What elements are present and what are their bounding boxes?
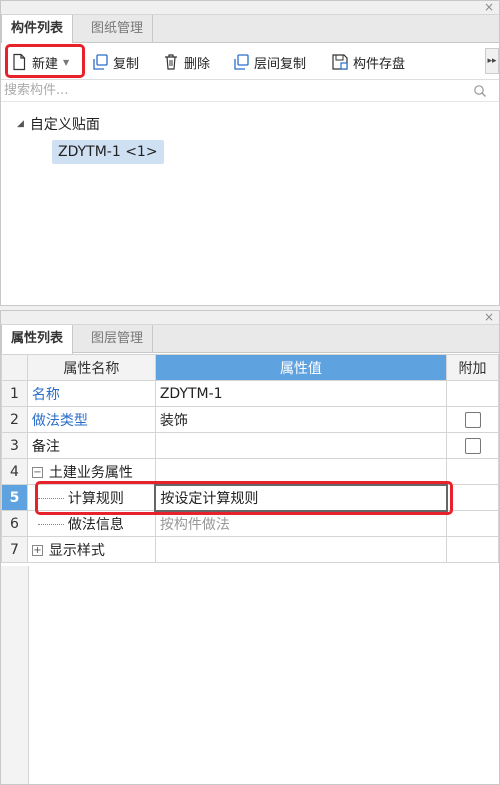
expand-icon[interactable]: +: [31, 545, 43, 556]
row-number: 7: [1, 536, 28, 563]
extra-cell: [446, 380, 499, 407]
tree-node-custom-facing[interactable]: ◢ 自定义贴面: [17, 114, 100, 134]
copy-button[interactable]: 复制: [91, 50, 139, 74]
floor-copy-button-label: 层间复制: [254, 56, 307, 72]
highlight-new-button: [5, 44, 85, 78]
extra-checkbox[interactable]: [464, 437, 481, 454]
property-name: 备注: [26, 432, 156, 459]
close-icon[interactable]: ×: [484, 310, 494, 324]
row-number: 2: [1, 406, 28, 433]
component-toolbar: 新建 ▼ 复制 删除 层间复制 构件存盘 ▸▸: [1, 43, 499, 80]
search-bar: [1, 80, 499, 102]
collapse-icon[interactable]: −: [31, 467, 43, 478]
tree-node-label: 自定义贴面: [29, 117, 100, 133]
extra-cell: [446, 510, 499, 537]
floor-copy-button[interactable]: 层间复制: [232, 50, 306, 74]
row-number: 5: [1, 484, 28, 511]
property-list-panel: × 属性列表 图层管理 属性名称 属性值 附加 1 名称 ZDYTM-1 2 做…: [0, 310, 500, 785]
table-row[interactable]: 1 名称 ZDYTM-1: [1, 380, 499, 407]
copy-icon: [93, 54, 108, 70]
property-group-name[interactable]: + 显示样式: [26, 536, 156, 563]
search-input[interactable]: [1, 80, 461, 101]
top-tabbar: 构件列表 图纸管理: [1, 15, 499, 44]
property-group-label: 显示样式: [48, 542, 105, 559]
component-list-panel: × 构件列表 图纸管理 新建 ▼ 复制 删除 层间复制 构件存盘 ▸▸ 搜索构件…: [0, 0, 500, 306]
column-header-extra[interactable]: 附加: [446, 354, 499, 381]
panel-title-strip: ×: [1, 0, 499, 15]
save-component-button-label: 构件存盘: [353, 56, 406, 72]
row-number: 1: [1, 380, 28, 407]
rownum-column-filler: [1, 566, 29, 784]
extra-cell: [446, 536, 499, 563]
table-row[interactable]: 3 备注: [1, 432, 499, 459]
search-icon[interactable]: [473, 84, 487, 98]
tree-item-zdytm-1[interactable]: ZDYTM-1 <1>: [52, 140, 164, 164]
extra-cell: [446, 458, 499, 485]
close-icon[interactable]: ×: [484, 0, 494, 14]
grid-empty-area: [1, 566, 499, 784]
rownum-header: [1, 354, 28, 381]
component-tree: ◢ 自定义贴面 ZDYTM-1 <1>: [1, 102, 499, 302]
property-group-label: 土建业务属性: [48, 464, 133, 481]
caret-down-icon[interactable]: ◢: [17, 119, 24, 129]
save-disk-icon: [332, 54, 348, 70]
tree-connector: [37, 524, 64, 525]
tab-component-list[interactable]: 构件列表: [1, 15, 74, 44]
trash-icon: [165, 54, 177, 70]
row-number: 6: [1, 510, 28, 537]
row-number: 4: [1, 458, 28, 485]
tab-property-list[interactable]: 属性列表: [1, 325, 74, 354]
table-row[interactable]: 7 + 显示样式: [1, 536, 499, 563]
bottom-tabbar: 属性列表 图层管理: [1, 325, 499, 354]
copy-button-label: 复制: [113, 56, 140, 72]
property-name: 名称: [26, 380, 156, 407]
column-header-value[interactable]: 属性值: [154, 354, 448, 381]
property-value[interactable]: ZDYTM-1: [154, 380, 448, 407]
highlight-calc-rule-row: [35, 481, 453, 515]
grid-header-row: 属性名称 属性值 附加: [1, 354, 499, 381]
property-name-label: 做法信息: [67, 516, 124, 533]
delete-button-label: 删除: [184, 56, 211, 72]
extra-cell: [446, 432, 499, 459]
delete-button[interactable]: 删除: [162, 50, 210, 74]
extra-cell: [446, 484, 499, 511]
toolbar-overflow-icon[interactable]: ▸▸: [485, 48, 499, 74]
save-component-button[interactable]: 构件存盘: [331, 50, 405, 74]
extra-cell: [446, 406, 499, 433]
property-grid: 属性名称 属性值 附加 1 名称 ZDYTM-1 2 做法类型 装饰 3 备注 …: [1, 354, 499, 563]
tab-drawing-management[interactable]: 图纸管理: [82, 15, 154, 43]
property-value: [154, 536, 448, 563]
tab-layer-management[interactable]: 图层管理: [82, 325, 154, 353]
row-number: 3: [1, 432, 28, 459]
floor-copy-icon: [234, 54, 249, 70]
table-row[interactable]: 2 做法类型 装饰: [1, 406, 499, 433]
property-name: 做法类型: [26, 406, 156, 433]
extra-checkbox[interactable]: [464, 411, 481, 428]
property-value[interactable]: 装饰: [154, 406, 448, 433]
panel-title-strip: ×: [1, 310, 499, 325]
property-value[interactable]: [154, 432, 448, 459]
column-header-name[interactable]: 属性名称: [26, 354, 156, 381]
